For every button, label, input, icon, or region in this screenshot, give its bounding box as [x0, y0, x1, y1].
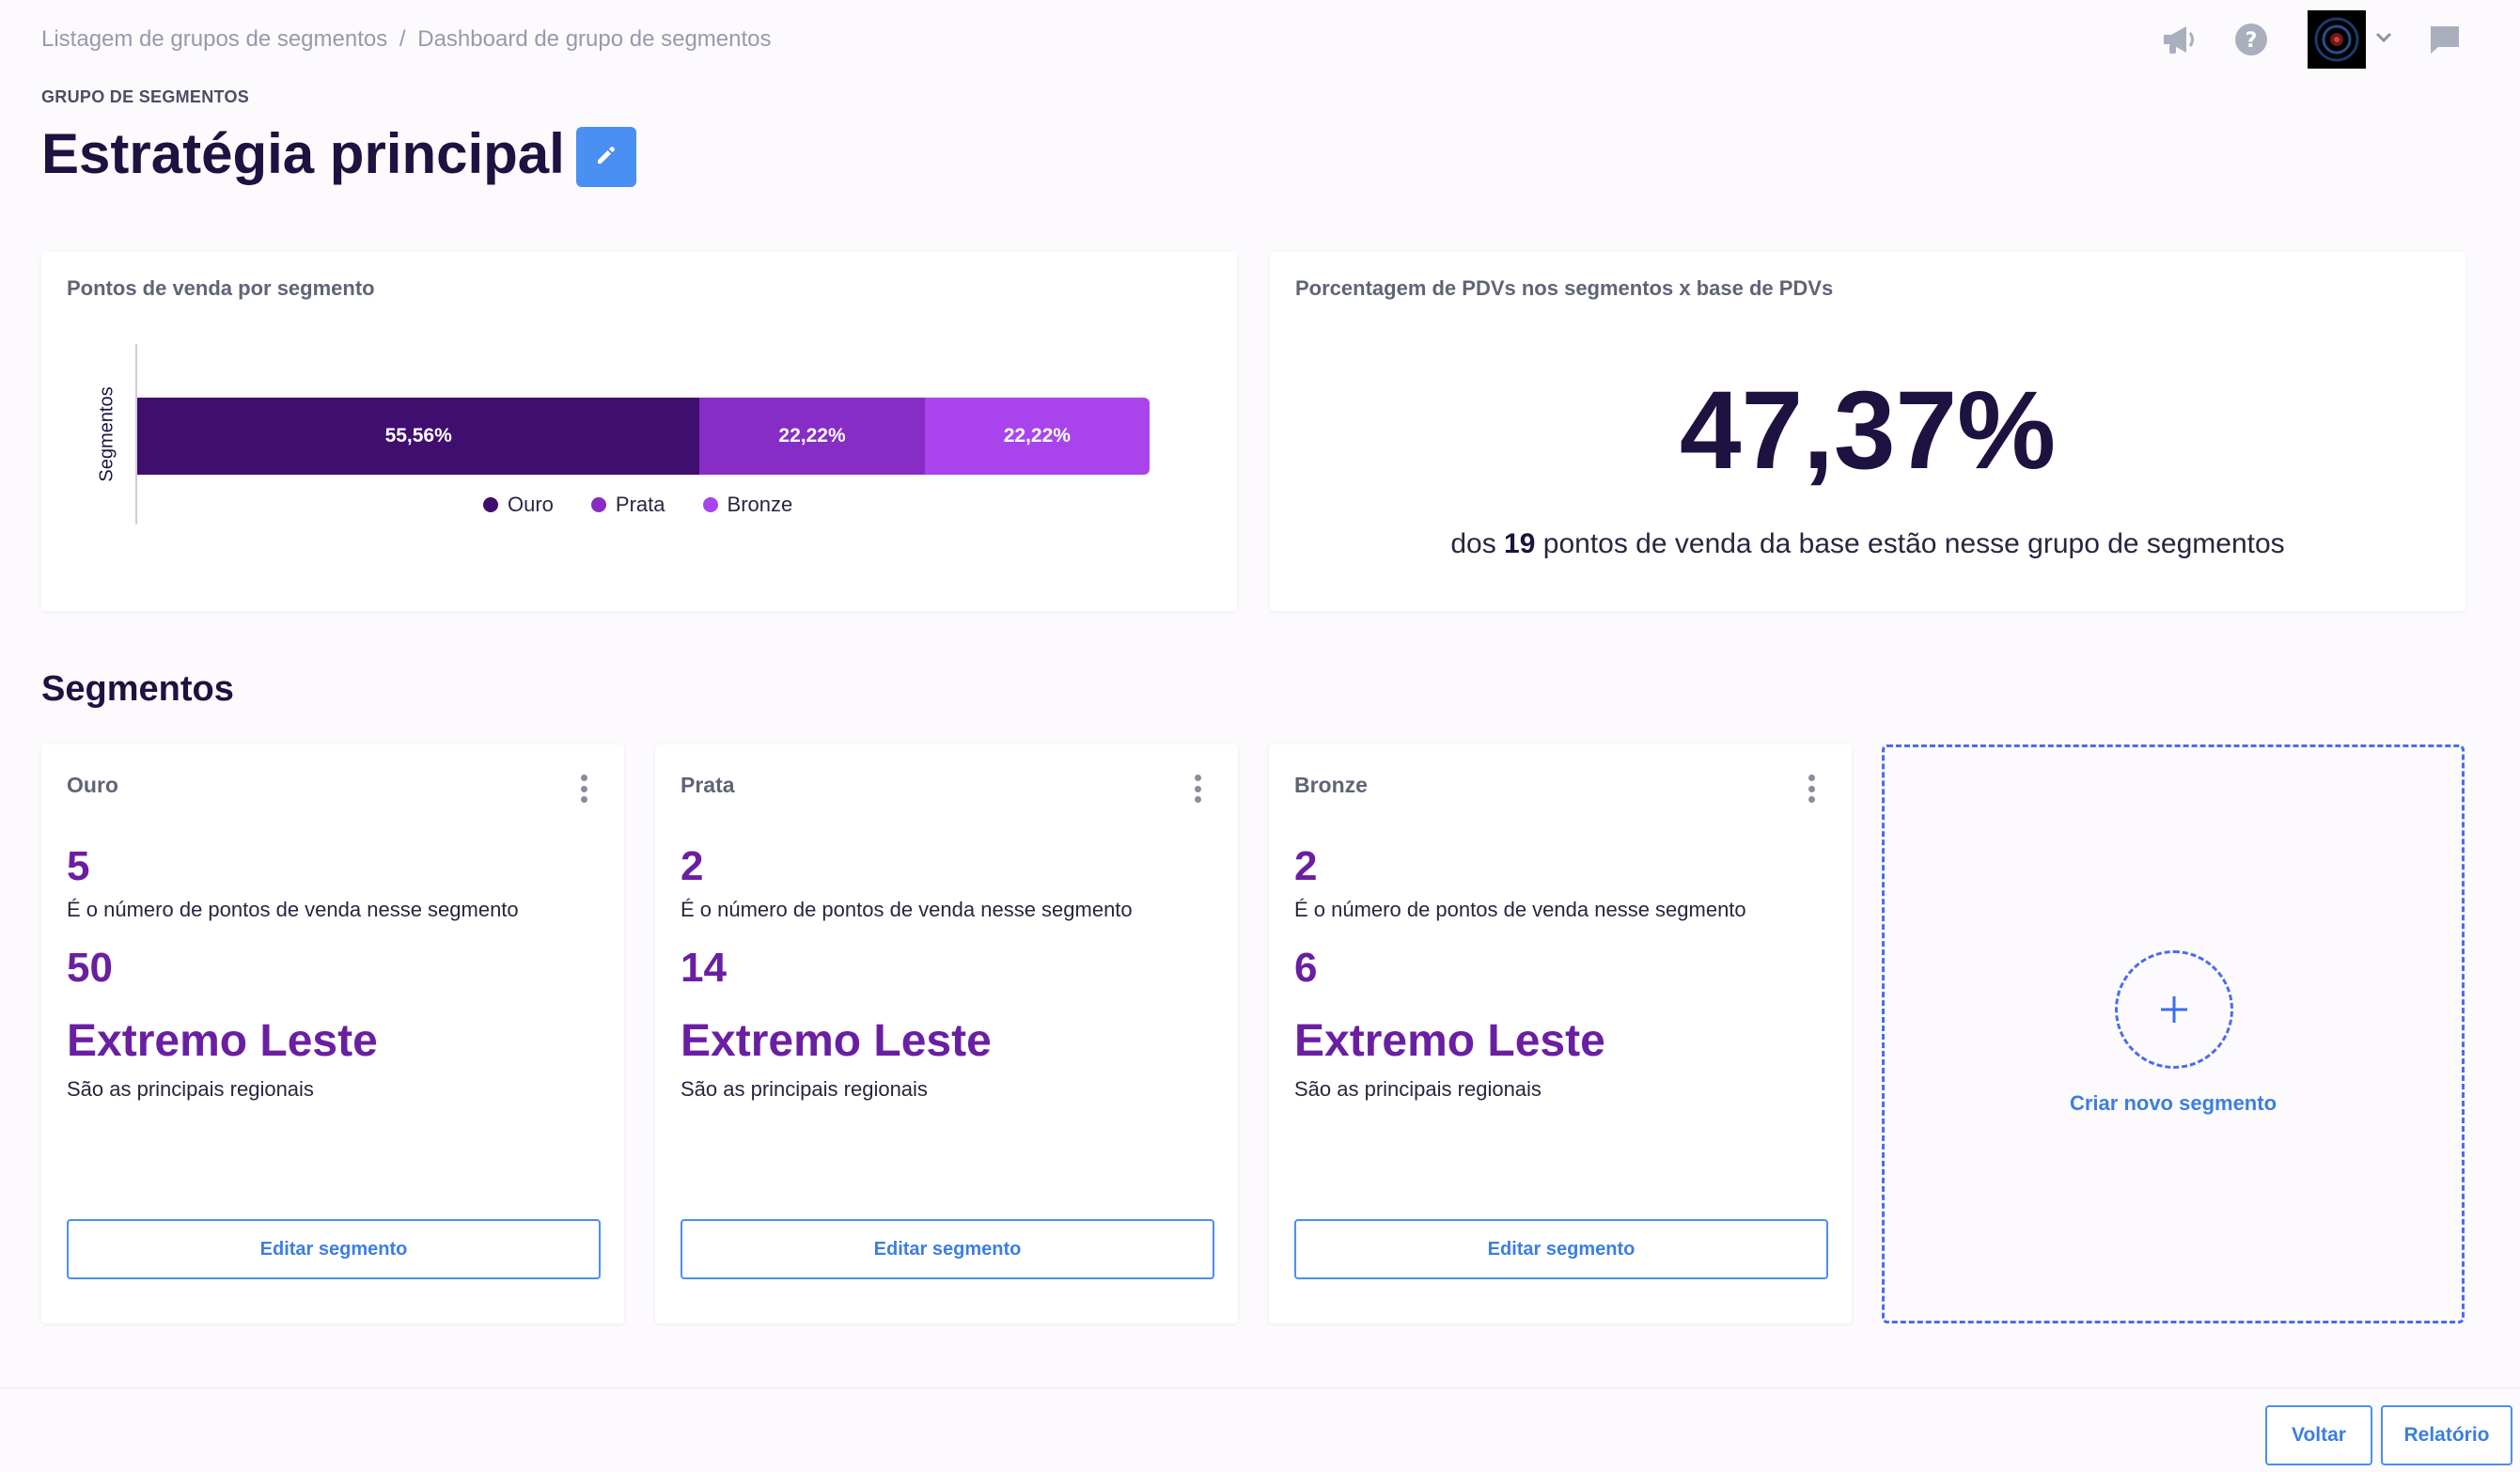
segment-card: Prata 2 É o número de pontos de venda ne… — [655, 744, 1238, 1323]
create-segment-card[interactable]: Criar novo segmento — [1882, 744, 2465, 1323]
segment-second-value: 14 — [681, 945, 727, 991]
top-bar: Listagem de grupos de segmentos / Dashbo… — [41, 10, 2464, 85]
segment-region: Extremo Leste — [1294, 1016, 1605, 1066]
edit-segment-button[interactable]: Editar segmento — [681, 1219, 1214, 1279]
distribution-chart-card: Pontos de venda por segmento Segmentos 5… — [41, 252, 1237, 611]
chart-legend: Ouro Prata Bronze — [483, 493, 830, 517]
segment-second-value: 50 — [67, 945, 113, 991]
segment-count-desc: É o número de pontos de venda nesse segm… — [1294, 898, 1746, 921]
percentage-card-title: Porcentagem de PDVs nos segmentos x base… — [1295, 276, 1834, 300]
percentage-value: 47,37% — [1679, 368, 2057, 493]
legend-label: Prata — [615, 493, 665, 516]
legend-item-bronze: Bronze — [702, 493, 793, 517]
legend-label: Bronze — [727, 493, 793, 516]
segment-region: Extremo Leste — [681, 1016, 992, 1066]
bar-segment-bronze: 22,22% — [924, 398, 1150, 475]
footer-bar: Voltar Relatório — [0, 1387, 2520, 1472]
segment-name: Bronze — [1294, 773, 1368, 797]
segment-region-desc: São as principais regionais — [1294, 1077, 1542, 1101]
kebab-icon[interactable] — [1807, 775, 1816, 803]
bar-segment-prata: 22,22% — [699, 398, 925, 475]
breadcrumb-parent-link[interactable]: Listagem de grupos de segmentos — [41, 26, 387, 52]
edit-segment-button[interactable]: Editar segmento — [67, 1219, 601, 1279]
segment-count: 5 — [67, 843, 90, 889]
segment-count-desc: É o número de pontos de venda nesse segm… — [681, 898, 1133, 921]
percentage-desc-suffix: pontos de venda da base estão nesse grup… — [1542, 528, 2285, 559]
back-button[interactable]: Voltar — [2265, 1405, 2372, 1465]
legend-swatch — [590, 497, 606, 512]
kebab-icon[interactable] — [1193, 775, 1202, 803]
chart-card-title: Pontos de venda por segmento — [67, 276, 375, 300]
megaphone-icon[interactable] — [2161, 21, 2199, 58]
segment-region-desc: São as principais regionais — [681, 1077, 928, 1101]
segment-name: Ouro — [67, 773, 118, 797]
percentage-description: dos 19 pontos de venda da base estão nes… — [1270, 528, 2465, 560]
page-title: Estratégia principal — [41, 122, 565, 185]
page-eyebrow: GRUPO DE SEGMENTOS — [41, 87, 250, 106]
header-actions: ? — [2161, 9, 2464, 70]
bar-data-label: 22,22% — [778, 425, 846, 446]
legend-label: Ouro — [508, 493, 554, 516]
avatar[interactable] — [2308, 10, 2366, 69]
segment-card: Ouro 5 É o número de pontos de venda nes… — [41, 744, 624, 1323]
create-segment-label[interactable]: Criar novo segmento — [1885, 1091, 2462, 1116]
user-menu[interactable] — [2308, 10, 2392, 69]
bar-data-label: 55,56% — [384, 425, 452, 446]
segment-count-desc: É o número de pontos de venda nesse segm… — [67, 898, 519, 921]
percentage-card: Porcentagem de PDVs nos segmentos x base… — [1270, 252, 2465, 611]
percentage-desc-prefix: dos — [1450, 528, 1496, 559]
breadcrumb-current: Dashboard de grupo de segmentos — [417, 26, 772, 52]
svg-text:?: ? — [2246, 29, 2258, 53]
segment-count: 2 — [1294, 843, 1318, 889]
kebab-icon[interactable] — [579, 775, 588, 803]
segment-region-desc: São as principais regionais — [67, 1077, 314, 1101]
segment-region: Extremo Leste — [67, 1016, 378, 1066]
pencil-icon — [595, 144, 618, 171]
segment-name: Prata — [681, 773, 735, 797]
bar-data-label: 22,22% — [1003, 425, 1071, 446]
edit-title-button[interactable] — [576, 127, 636, 187]
breadcrumb-separator: / — [399, 26, 406, 52]
chevron-down-icon[interactable] — [2375, 31, 2392, 48]
help-icon[interactable]: ? — [2232, 21, 2270, 58]
segment-count: 2 — [681, 843, 704, 889]
chat-icon[interactable] — [2426, 21, 2464, 58]
legend-item-prata: Prata — [590, 493, 665, 517]
percentage-desc-total: 19 — [1504, 528, 1536, 559]
segments-section-title: Segmentos — [41, 669, 234, 709]
stacked-bar: 55,56% 22,22% 22,22% — [137, 398, 1150, 475]
legend-swatch — [702, 497, 718, 512]
legend-swatch — [483, 497, 498, 512]
plus-icon[interactable] — [2115, 950, 2233, 1069]
bar-segment-ouro: 55,56% — [137, 398, 700, 475]
segment-second-value: 6 — [1294, 945, 1318, 991]
chart-y-label: Segmentos — [96, 386, 117, 482]
segment-card: Bronze 2 É o número de pontos de venda n… — [1269, 744, 1852, 1323]
legend-item-ouro: Ouro — [483, 493, 554, 517]
breadcrumb: Listagem de grupos de segmentos / Dashbo… — [41, 24, 772, 55]
edit-segment-button[interactable]: Editar segmento — [1294, 1219, 1828, 1279]
report-button[interactable]: Relatório — [2381, 1405, 2512, 1465]
